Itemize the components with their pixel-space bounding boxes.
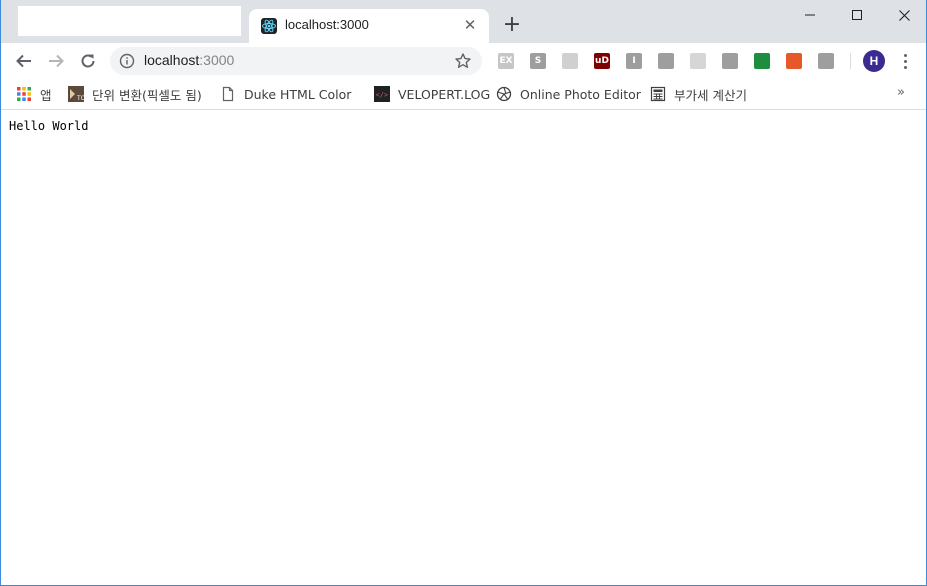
bookmarks-overflow-button[interactable]: »	[897, 85, 905, 100]
info-icon[interactable]	[119, 53, 135, 69]
close-window-button[interactable]	[881, 0, 926, 30]
unit-converter-icon: TO	[68, 86, 84, 102]
minimize-button[interactable]	[787, 0, 833, 30]
ex-icon[interactable]: EX	[498, 53, 514, 69]
bookmark-unit-converter[interactable]: TO 단위 변환(픽셀도 됨)	[68, 84, 202, 104]
url-host: localhost	[144, 52, 200, 68]
star-icon[interactable]	[454, 52, 472, 70]
tab-localhost[interactable]: localhost:3000 ✕	[249, 9, 489, 43]
bookmark-vat-calculator[interactable]: 부가세 계산기	[650, 84, 747, 104]
menu-button[interactable]	[897, 51, 913, 71]
arrow-right-icon	[49, 54, 64, 68]
minimize-icon	[805, 14, 815, 16]
tab-title: localhost:3000	[285, 17, 369, 32]
target-icon[interactable]	[562, 53, 578, 69]
arrow-left-icon	[16, 54, 31, 68]
aperture-icon	[496, 86, 512, 102]
orange-ext-icon[interactable]	[786, 53, 802, 69]
document-icon	[220, 86, 236, 102]
svg-text:TO: TO	[76, 95, 84, 102]
url-text: localhost:3000	[144, 52, 234, 68]
address-bar[interactable]: localhost:3000	[110, 47, 482, 75]
close-icon	[898, 9, 910, 21]
bookmarks-bar: 앱 TO 단위 변환(픽셀도 됨) Duke HTML Color v( </>…	[1, 79, 926, 110]
profile-slot	[18, 6, 241, 36]
reload-button[interactable]	[76, 49, 100, 73]
head-icon[interactable]	[722, 53, 738, 69]
utorrent-icon[interactable]	[754, 53, 770, 69]
react-icon	[261, 18, 277, 34]
react-devtools-icon[interactable]	[690, 53, 706, 69]
bookmark-label: 앱	[40, 87, 52, 103]
bookmark-label: 단위 변환(픽셀도 됨)	[92, 87, 202, 103]
bookmark-label: Duke HTML Color v(	[244, 86, 356, 102]
forward-button[interactable]	[44, 49, 68, 73]
ublock-icon[interactable]: uD	[594, 53, 610, 69]
bookmark-apps[interactable]: 앱	[16, 84, 52, 104]
calculator-icon	[650, 86, 666, 102]
bookmark-velopert[interactable]: </> VELOPERT.LOG	[374, 84, 490, 104]
maximize-button[interactable]	[834, 0, 880, 30]
velopert-icon: </>	[374, 86, 390, 102]
tab-close-icon[interactable]: ✕	[461, 16, 479, 34]
office-icon[interactable]	[818, 53, 834, 69]
apps-grid-icon	[16, 86, 32, 102]
bookmark-label: Online Photo Editor	[520, 86, 641, 102]
reload-icon	[81, 54, 95, 68]
s-icon[interactable]: S	[530, 53, 546, 69]
bookmark-label: 부가세 계산기	[674, 87, 747, 103]
bookmark-online-photo-editor[interactable]: Online Photo Editor	[496, 84, 641, 104]
page-body-text: Hello World	[9, 119, 89, 133]
profile-avatar[interactable]: H	[863, 50, 885, 72]
toolbar: localhost:3000 EX SuD I H	[1, 43, 926, 79]
page-viewport: Hello World	[1, 111, 926, 585]
bookmark-duke-html-color[interactable]: Duke HTML Color v(	[220, 84, 356, 104]
toolbar-separator	[850, 53, 851, 69]
url-port: :3000	[199, 52, 235, 68]
i-icon[interactable]: I	[626, 53, 642, 69]
bookmark-label: VELOPERT.LOG	[398, 86, 491, 102]
maximize-icon	[852, 10, 862, 20]
browser-window: localhost:3000 ✕ + localhost:3000 EX S u…	[0, 0, 927, 586]
svg-text:</>: </>	[376, 91, 389, 99]
back-button[interactable]	[12, 49, 36, 73]
new-tab-button[interactable]: +	[501, 14, 523, 36]
tab-strip: localhost:3000 ✕ +	[1, 0, 926, 43]
vue-icon[interactable]	[658, 53, 674, 69]
